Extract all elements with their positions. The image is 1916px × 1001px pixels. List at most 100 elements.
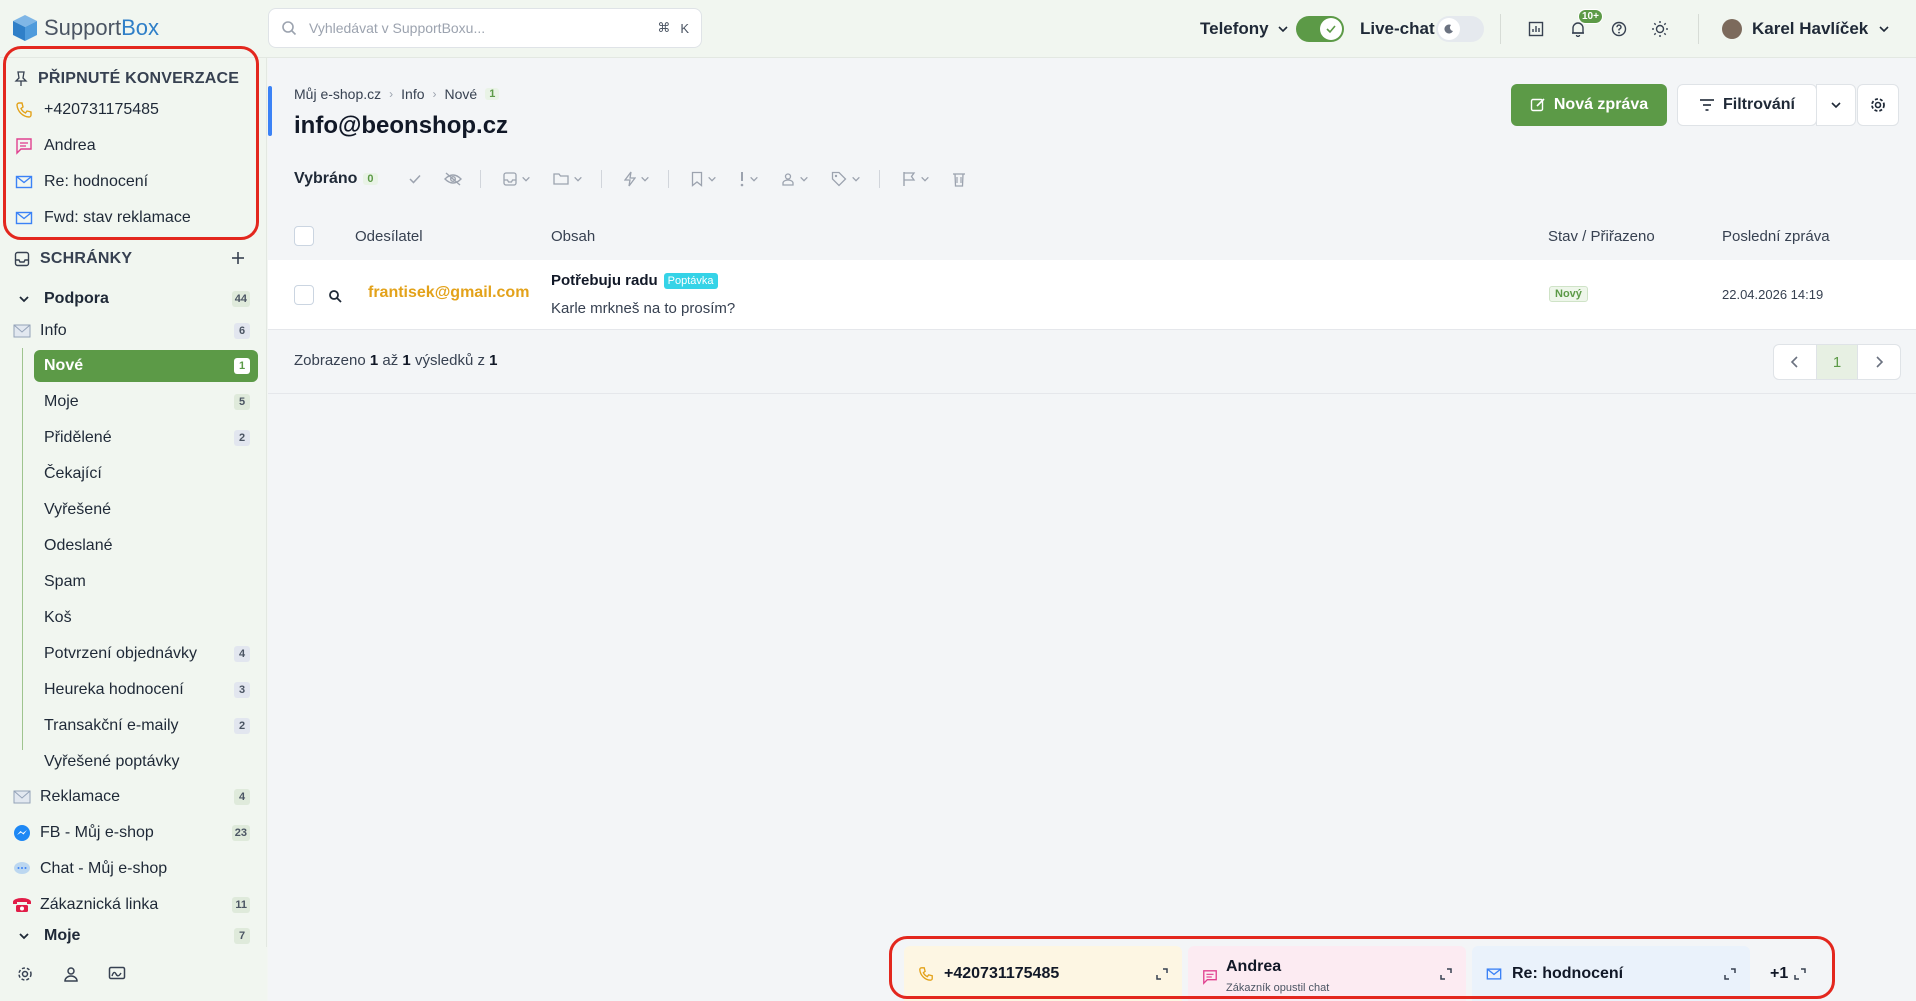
eye-off-icon	[443, 172, 462, 186]
results-from: 1	[369, 352, 379, 369]
count-badge: 2	[234, 718, 250, 734]
sidebar: PŘIPNUTÉ KONVERZACE +420731175485 Andrea…	[0, 46, 267, 1001]
box-info[interactable]: Info 6	[0, 314, 267, 348]
sidebar-item-odeslane[interactable]: Odeslané	[34, 530, 258, 562]
filter-dropdown-button[interactable]	[1816, 84, 1856, 126]
stats-button[interactable]	[1525, 18, 1547, 40]
column-status[interactable]: Stav / Přiřazeno	[1548, 228, 1655, 245]
status-badge: Nový	[1549, 286, 1588, 302]
accent-bar	[268, 86, 272, 136]
sub-label: Čekající	[44, 465, 102, 482]
user-menu[interactable]: Karel Havlíček	[1722, 0, 1890, 58]
user-icon	[781, 173, 794, 186]
theme-button[interactable]	[1649, 18, 1671, 40]
add-box-button[interactable]	[228, 248, 248, 268]
search-input[interactable]	[309, 20, 648, 36]
selected-count: 0	[363, 173, 378, 185]
gear-icon	[1871, 98, 1885, 112]
tag-button[interactable]	[831, 171, 861, 187]
tree-line	[22, 348, 23, 750]
avatar	[1722, 19, 1742, 39]
phones-toggle[interactable]	[1296, 16, 1344, 42]
group-moje[interactable]: Moje 7	[0, 924, 267, 948]
box-fb[interactable]: FB - Můj e-shop 23	[0, 816, 267, 850]
signature-icon[interactable]	[108, 965, 126, 983]
sidebar-item-heureka[interactable]: Heureka hodnocení 3	[34, 674, 258, 706]
move-inbox-button[interactable]	[502, 172, 531, 186]
sidebar-item-potvrzeni[interactable]: Potvrzení objednávky 4	[34, 638, 258, 670]
shortcut-key: K	[680, 20, 689, 36]
breadcrumb-item[interactable]: Můj e-shop.cz	[294, 86, 381, 102]
select-all-checkbox[interactable]	[294, 226, 314, 246]
sidebar-item-transakcni[interactable]: Transakční e-maily 2	[34, 710, 258, 742]
sidebar-item-poptavky[interactable]: Vyřešené poptávky	[34, 746, 258, 778]
sub-label: Heureka hodnocení	[44, 681, 184, 698]
sub-label: Spam	[44, 573, 86, 590]
box-reklamace[interactable]: Reklamace 4	[0, 780, 267, 814]
filter-button[interactable]: Filtrování	[1677, 84, 1817, 126]
group-podpora[interactable]: Podpora 44	[0, 282, 267, 316]
search-icon[interactable]	[328, 289, 342, 303]
mark-unread-button[interactable]	[443, 172, 462, 186]
prev-page-button[interactable]	[1774, 345, 1816, 379]
next-page-button[interactable]	[1858, 345, 1900, 379]
sidebar-item-nove[interactable]: Nové 1	[34, 350, 258, 382]
count-badge: 2	[234, 430, 250, 446]
box-label: Chat - Můj e-shop	[40, 860, 168, 877]
check-icon	[409, 174, 421, 184]
move-folder-button[interactable]	[552, 172, 583, 186]
table-header: Odesílatel Obsah Stav / Přiřazeno Posled…	[268, 204, 1916, 268]
column-sender[interactable]: Odesílatel	[355, 228, 423, 245]
cube-logo-icon	[13, 15, 37, 41]
chevron-left-icon	[1790, 356, 1798, 368]
assign-button[interactable]	[781, 172, 809, 186]
sidebar-item-cekajici[interactable]: Čekající	[34, 458, 258, 490]
livechat-label: Live-chat	[1360, 19, 1435, 38]
phones-dropdown[interactable]: Telefony	[1200, 0, 1289, 58]
envelope-icon	[13, 324, 31, 338]
envelope-icon	[13, 790, 31, 804]
breadcrumb-item[interactable]: Info	[401, 86, 424, 102]
chevron-down-icon	[1278, 26, 1288, 33]
shortcut-cmd: ⌘	[657, 20, 671, 35]
pagination: 1	[1773, 344, 1901, 380]
sidebar-item-pridelene[interactable]: Přidělené 2	[34, 422, 258, 454]
page-button[interactable]: 1	[1816, 345, 1858, 379]
automation-button[interactable]	[623, 171, 650, 187]
search-bar[interactable]: ⌘ K	[268, 8, 702, 48]
flag-button[interactable]	[902, 171, 930, 187]
box-chat[interactable]: Chat - Můj e-shop	[0, 852, 267, 886]
inbox-icon	[14, 251, 30, 267]
livechat-toggle[interactable]	[1436, 16, 1484, 42]
help-icon	[1611, 21, 1627, 37]
row-checkbox[interactable]	[294, 285, 314, 305]
sun-icon	[1652, 21, 1668, 37]
new-message-button[interactable]: Nová zpráva	[1511, 84, 1667, 126]
sidebar-footer	[0, 947, 267, 1001]
results-to-word: až	[382, 352, 399, 369]
column-content[interactable]: Obsah	[551, 228, 595, 245]
delete-button[interactable]	[952, 171, 966, 187]
folder-icon	[552, 173, 569, 185]
help-button[interactable]	[1608, 18, 1630, 40]
priority-button[interactable]	[739, 171, 759, 187]
sidebar-item-spam[interactable]: Spam	[34, 566, 258, 598]
mark-resolved-button[interactable]	[408, 172, 422, 186]
bulk-toolbar: Vybráno 0	[294, 170, 966, 188]
bookmark-button[interactable]	[691, 171, 717, 187]
breadcrumb-item[interactable]: Nové	[445, 86, 478, 102]
sidebar-item-moje[interactable]: Moje 5	[34, 386, 258, 418]
sidebar-item-kos[interactable]: Koš	[34, 602, 258, 634]
box-zakaznicka-linka[interactable]: Zákaznická linka 11	[0, 888, 267, 922]
sidebar-item-vyresene[interactable]: Vyřešené	[34, 494, 258, 526]
logo[interactable]: SupportBox	[12, 14, 159, 42]
user-icon[interactable]	[62, 965, 80, 983]
table-row[interactable]: frantisek@gmail.com Potřebuju radu Poptá…	[268, 260, 1916, 330]
settings-button[interactable]	[1857, 84, 1899, 126]
chevron-down-icon	[573, 176, 582, 182]
row-preview: Karle mrkneš na to prosím?	[551, 300, 736, 317]
chevron-down-icon	[640, 176, 649, 182]
gear-icon[interactable]	[16, 965, 34, 983]
column-last-message[interactable]: Poslední zpráva	[1722, 228, 1830, 245]
divider	[1698, 14, 1699, 44]
